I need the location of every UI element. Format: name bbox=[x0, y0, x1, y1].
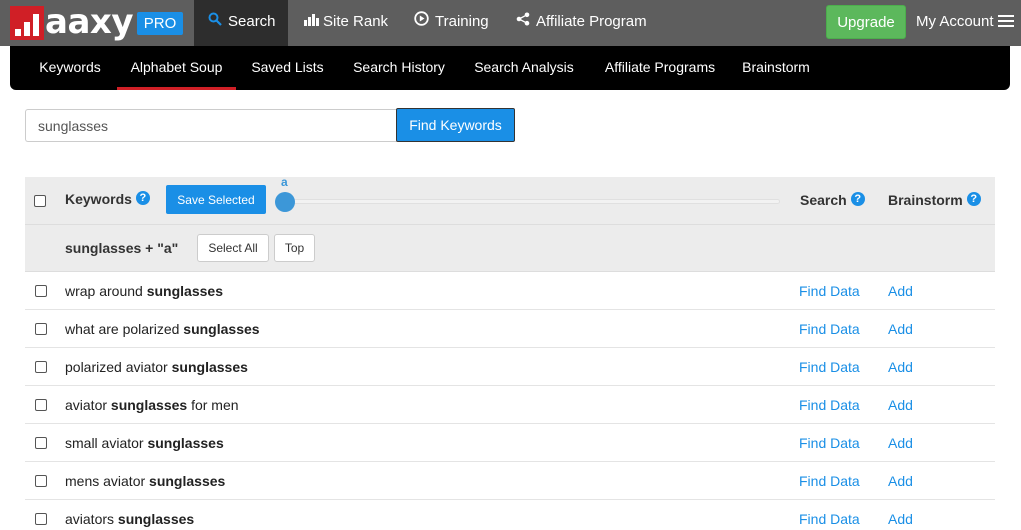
nav-item-affiliate-program[interactable]: Affiliate Program bbox=[516, 0, 647, 46]
row-checkbox[interactable] bbox=[35, 513, 47, 525]
help-icon[interactable]: ? bbox=[135, 191, 150, 205]
nav-item-label: Affiliate Program bbox=[536, 13, 647, 30]
add-link[interactable]: Add bbox=[888, 511, 913, 527]
top-button[interactable]: Top bbox=[274, 234, 315, 262]
help-icon[interactable]: ? bbox=[850, 192, 865, 206]
search-icon bbox=[208, 0, 222, 44]
subnav-item-affiliate-programs[interactable]: Affiliate Programs bbox=[599, 46, 721, 90]
row-checkbox[interactable] bbox=[35, 399, 47, 411]
table-row: small aviator sunglasses Find Data Add bbox=[25, 424, 995, 462]
find-keywords-button[interactable]: Find Keywords bbox=[396, 108, 515, 142]
keyword-text: aviator sunglasses for men bbox=[65, 397, 239, 413]
row-checkbox[interactable] bbox=[35, 323, 47, 335]
share-icon bbox=[516, 0, 530, 44]
alphabet-slider-track[interactable] bbox=[285, 199, 780, 204]
search-header-label: Search bbox=[800, 192, 847, 208]
slider-letter-label: a bbox=[281, 175, 288, 189]
nav-item-label: Site Rank bbox=[323, 13, 389, 30]
subnav-item-alphabet-soup[interactable]: Alphabet Soup bbox=[117, 46, 236, 90]
nav-item-label: Training bbox=[435, 13, 489, 30]
bar-chart-icon bbox=[303, 0, 319, 44]
select-all-checkbox[interactable] bbox=[34, 195, 46, 207]
table-row: wrap around sunglasses Find Data Add bbox=[25, 272, 995, 310]
nav-item-search[interactable]: Search bbox=[194, 0, 288, 46]
table-row: mens aviator sunglasses Find Data Add bbox=[25, 462, 995, 500]
add-link[interactable]: Add bbox=[888, 435, 913, 451]
row-checkbox[interactable] bbox=[35, 437, 47, 449]
add-link[interactable]: Add bbox=[888, 397, 913, 413]
logo-text: aaxy bbox=[45, 2, 133, 42]
keyword-group-title: sunglasses + "a" bbox=[65, 240, 179, 256]
logo-bar bbox=[15, 29, 21, 36]
logo-bar bbox=[33, 14, 39, 36]
find-data-link[interactable]: Find Data bbox=[799, 511, 860, 527]
subnav-item-search-history[interactable]: Search History bbox=[347, 46, 451, 90]
select-all-button[interactable]: Select All bbox=[197, 234, 269, 262]
table-row: polarized aviator sunglasses Find Data A… bbox=[25, 348, 995, 386]
subnav-item-saved-lists[interactable]: Saved Lists bbox=[246, 46, 329, 90]
jaaxy-logo[interactable]: aaxy bbox=[10, 2, 133, 42]
logo-mark bbox=[10, 6, 44, 40]
alphabet-slider-handle[interactable] bbox=[275, 192, 295, 212]
keyword-text: mens aviator sunglasses bbox=[65, 473, 226, 489]
table-row: aviators sunglasses Find Data Add bbox=[25, 500, 995, 530]
find-data-link[interactable]: Find Data bbox=[799, 359, 860, 375]
subnav-item-brainstorm[interactable]: Brainstorm bbox=[738, 46, 814, 90]
hamburger-icon bbox=[997, 15, 1014, 28]
add-link[interactable]: Add bbox=[888, 473, 913, 489]
keywords-header-label: Keywords bbox=[65, 191, 132, 207]
subnav-item-keywords[interactable]: Keywords bbox=[30, 46, 110, 90]
find-data-link[interactable]: Find Data bbox=[799, 283, 860, 299]
help-icon[interactable]: ? bbox=[966, 192, 981, 206]
play-circle-icon bbox=[414, 0, 429, 44]
keyword-text: wrap around sunglasses bbox=[65, 283, 223, 299]
table-row: what are polarized sunglasses Find Data … bbox=[25, 310, 995, 348]
row-checkbox[interactable] bbox=[35, 475, 47, 487]
add-link[interactable]: Add bbox=[888, 283, 913, 299]
keyword-search-input[interactable] bbox=[25, 109, 397, 142]
nav-item-label: Search bbox=[228, 13, 276, 30]
nav-item-site-rank[interactable]: Site Rank bbox=[303, 0, 388, 46]
search-column-header: Search? bbox=[800, 192, 865, 208]
row-checkbox[interactable] bbox=[35, 285, 47, 297]
keyword-text: polarized aviator sunglasses bbox=[65, 359, 248, 375]
brainstorm-column-header: Brainstorm? bbox=[888, 192, 981, 208]
add-link[interactable]: Add bbox=[888, 359, 913, 375]
keyword-text: aviators sunglasses bbox=[65, 511, 195, 527]
pro-badge: PRO bbox=[137, 12, 183, 35]
logo-bar bbox=[24, 22, 30, 36]
find-data-link[interactable]: Find Data bbox=[799, 473, 860, 489]
top-navigation-bar: aaxy PRO Search Site Rank Training Affil… bbox=[0, 0, 1021, 46]
save-selected-button[interactable]: Save Selected bbox=[166, 185, 266, 214]
find-data-link[interactable]: Find Data bbox=[799, 397, 860, 413]
brainstorm-header-label: Brainstorm bbox=[888, 192, 963, 208]
table-row: aviator sunglasses for men Find Data Add bbox=[25, 386, 995, 424]
sub-navigation-bar: Keywords Alphabet Soup Saved Lists Searc… bbox=[10, 46, 1010, 90]
keywords-column-header: Keywords? bbox=[65, 191, 150, 207]
keyword-text: small aviator sunglasses bbox=[65, 435, 224, 451]
row-checkbox[interactable] bbox=[35, 361, 47, 373]
my-account-menu[interactable]: My Account bbox=[916, 0, 1014, 46]
upgrade-button[interactable]: Upgrade bbox=[826, 5, 906, 39]
add-link[interactable]: Add bbox=[888, 321, 913, 337]
find-data-link[interactable]: Find Data bbox=[799, 435, 860, 451]
keyword-text: what are polarized sunglasses bbox=[65, 321, 260, 337]
nav-item-training[interactable]: Training bbox=[414, 0, 489, 46]
find-data-link[interactable]: Find Data bbox=[799, 321, 860, 337]
my-account-label: My Account bbox=[916, 13, 994, 30]
subnav-item-search-analysis[interactable]: Search Analysis bbox=[469, 46, 579, 90]
